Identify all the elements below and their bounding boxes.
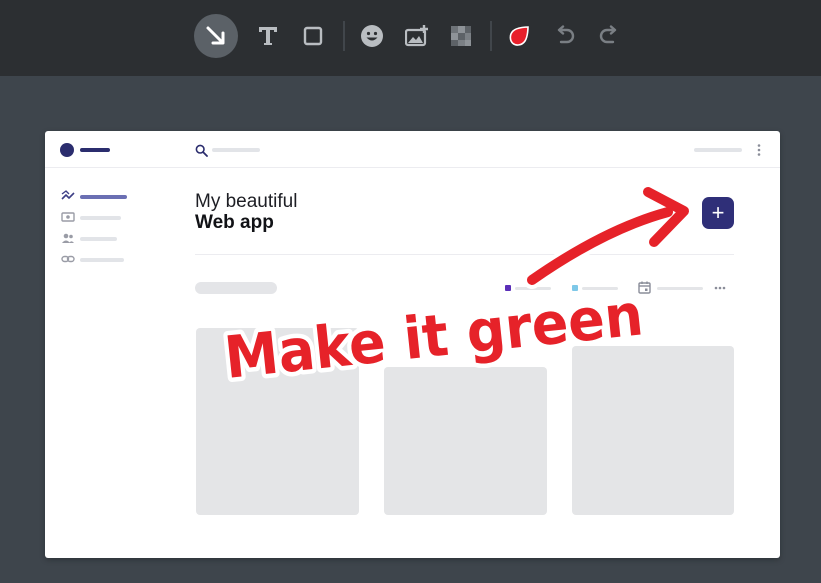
redo-tool-button[interactable] (587, 14, 631, 58)
sidebar-item-active[interactable] (80, 195, 127, 199)
sidebar-item[interactable] (80, 216, 121, 220)
user-name-placeholder (694, 148, 742, 152)
red-drop-icon (509, 26, 529, 46)
legend-purple-swatch (505, 285, 511, 291)
more-horizontal-icon[interactable] (714, 286, 726, 290)
search-icon[interactable] (195, 144, 208, 157)
calendar-icon[interactable] (638, 281, 651, 294)
content-card-placeholder (196, 328, 359, 515)
search-input-placeholder[interactable] (212, 148, 260, 152)
smiley-icon (361, 25, 383, 47)
users-icon[interactable] (61, 232, 75, 244)
filter-pill-placeholder[interactable] (195, 282, 277, 294)
sidebar-item[interactable] (80, 237, 117, 241)
billing-icon[interactable] (61, 211, 75, 223)
annotation-toolbar (0, 0, 821, 76)
text-tool-button[interactable] (246, 14, 290, 58)
arrow-tool-button[interactable] (194, 14, 238, 58)
rectangle-tool-button[interactable] (291, 14, 335, 58)
page-title-line2: Web app (195, 212, 274, 233)
logo-wordmark-placeholder (80, 148, 110, 152)
pixelate-tool-button[interactable] (439, 14, 483, 58)
link-icon[interactable] (61, 253, 75, 265)
image-tool-button[interactable] (395, 14, 439, 58)
logo-icon (60, 143, 74, 157)
arrow-down-right-icon (206, 26, 225, 45)
toolbar-separator (343, 21, 345, 51)
pixelate-icon (451, 26, 471, 46)
page-title-line1: My beautiful (195, 191, 298, 212)
emoji-tool-button[interactable] (350, 14, 394, 58)
undo-icon (557, 25, 575, 44)
toolbar-separator (490, 21, 492, 51)
add-image-icon (405, 25, 428, 47)
more-vertical-icon[interactable] (755, 143, 763, 157)
sidebar-item[interactable] (80, 258, 124, 262)
text-T-icon (259, 27, 277, 45)
app-screenshot: My beautiful Web app + (45, 131, 780, 558)
content-card-placeholder (572, 346, 734, 515)
legend-blue-swatch (572, 285, 578, 291)
square-icon (303, 26, 323, 46)
header-divider (195, 254, 734, 255)
content-card-placeholder (384, 367, 547, 515)
undo-tool-button[interactable] (543, 14, 587, 58)
legend-label-placeholder (582, 287, 618, 290)
app-topbar (45, 131, 780, 168)
redo-icon (599, 25, 617, 44)
legend-label-placeholder (515, 287, 551, 290)
add-button[interactable]: + (702, 197, 734, 229)
color-tool-button[interactable] (497, 14, 541, 58)
trending-icon[interactable] (61, 190, 75, 202)
date-range-placeholder[interactable] (657, 287, 703, 290)
